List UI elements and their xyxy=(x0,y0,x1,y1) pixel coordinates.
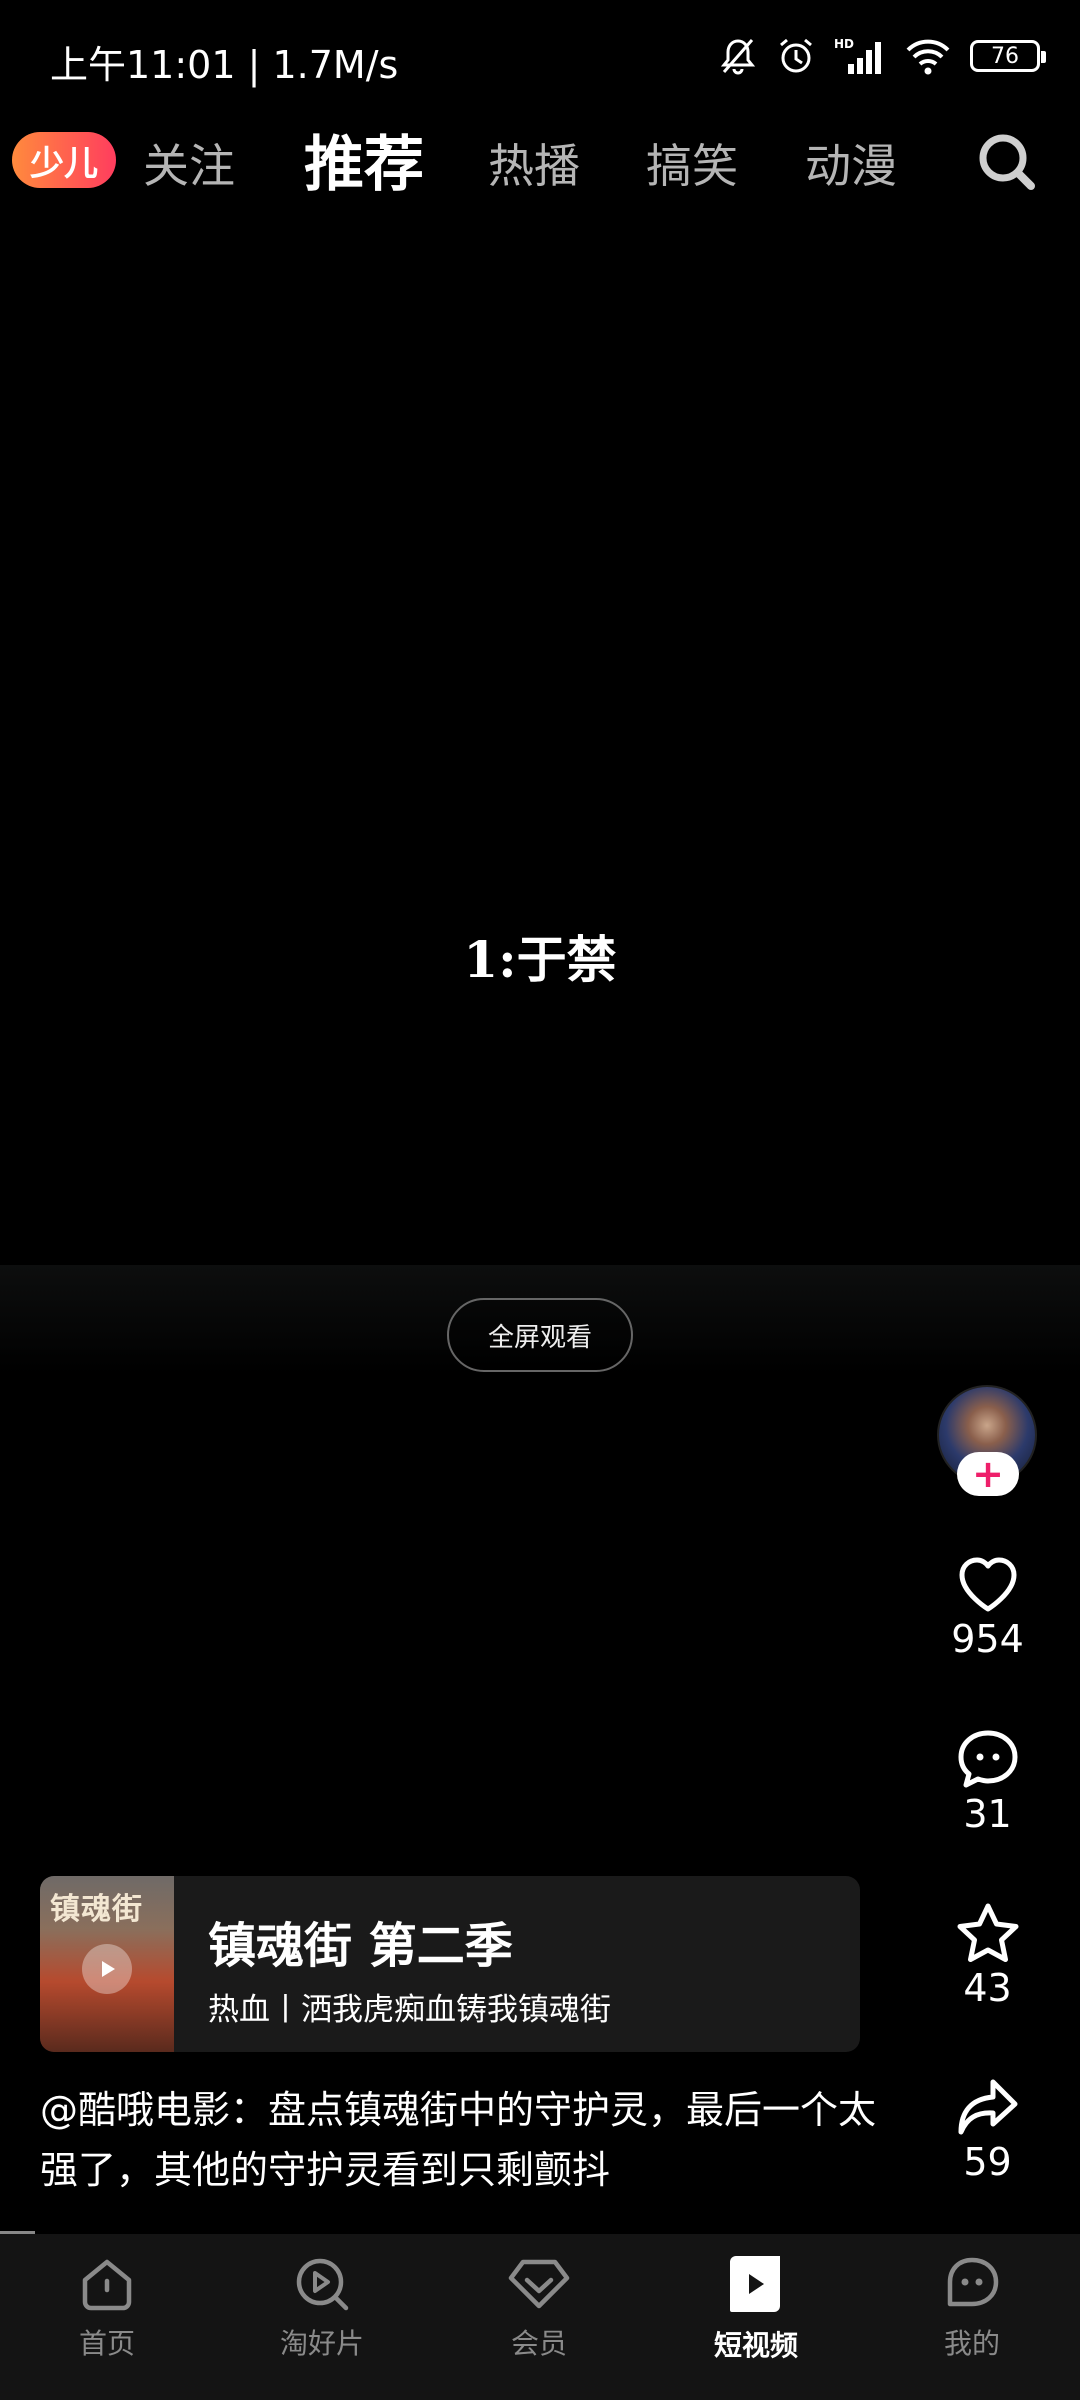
series-poster-title: 镇魂街 xyxy=(50,1892,143,1927)
comment-button[interactable]: 31 xyxy=(930,1728,1045,1836)
comment-icon xyxy=(930,1728,1045,1790)
alarm-icon xyxy=(776,36,816,76)
nav-short-video-label: 短视频 xyxy=(713,2329,798,2362)
search-icon[interactable] xyxy=(975,130,1039,194)
series-title: 镇魂街 第二季 xyxy=(208,1918,513,1974)
nav-home[interactable]: 首页 xyxy=(37,2254,177,2362)
share-count: 59 xyxy=(963,2140,1012,2184)
video-description: @酷哦电影：盘点镇魂街中的守护灵，最后一个太强了，其他的守护灵看到只剩颤抖 xyxy=(40,2088,877,2192)
video-player[interactable] xyxy=(0,200,1080,1265)
nav-vip[interactable]: 会员 xyxy=(469,2254,609,2362)
kids-mode-logo[interactable]: 少儿 xyxy=(12,132,116,188)
share-button[interactable]: 59 xyxy=(930,2076,1045,2184)
nav-home-label: 首页 xyxy=(78,2327,135,2360)
nav-short-video[interactable]: 短视频 xyxy=(686,2254,826,2364)
svg-text:HD: HD xyxy=(834,37,854,51)
favorite-count: 43 xyxy=(963,1966,1012,2010)
nav-vip-label: 会员 xyxy=(510,2327,567,2360)
star-icon xyxy=(930,1902,1045,1964)
tab-trending[interactable]: 热播 xyxy=(488,130,580,196)
nav-profile-label: 我的 xyxy=(943,2327,1000,2360)
heart-icon xyxy=(930,1555,1045,1615)
follow-button[interactable]: + xyxy=(957,1452,1019,1496)
top-nav: 少儿 关注 推荐 热播 搞笑 动漫 xyxy=(0,120,1080,200)
favorite-button[interactable]: 43 xyxy=(930,1902,1045,2010)
status-icons: HD 76 xyxy=(718,36,1046,76)
tab-recommended[interactable]: 推荐 xyxy=(304,116,424,203)
vip-icon xyxy=(469,2254,609,2314)
series-poster: 镇魂街 xyxy=(40,1876,174,2052)
nav-profile[interactable]: 我的 xyxy=(902,2254,1042,2362)
battery-icon: 76 xyxy=(970,40,1046,72)
discover-icon xyxy=(252,2254,392,2314)
battery-level: 76 xyxy=(991,43,1019,69)
wifi-icon xyxy=(904,36,952,76)
status-time: 上午11:01 | 1.7M/s xyxy=(50,43,399,87)
fullscreen-button[interactable]: 全屏观看 xyxy=(447,1298,633,1372)
profile-icon xyxy=(902,2254,1042,2314)
tab-following[interactable]: 关注 xyxy=(143,130,235,196)
like-count: 954 xyxy=(951,1617,1024,1661)
video-caption: 1:于禁 xyxy=(463,930,617,989)
series-subtitle: 热血丨洒我虎痴血铸我镇魂街 xyxy=(208,1992,611,2028)
short-video-icon xyxy=(686,2254,826,2316)
comment-count: 31 xyxy=(963,1792,1012,1836)
mute-bell-icon xyxy=(718,36,758,76)
like-button[interactable]: 954 xyxy=(930,1555,1045,1661)
bottom-nav: 首页 淘好片 会员 短视频 我的 xyxy=(0,2234,1080,2400)
play-icon xyxy=(82,1944,132,1994)
status-bar: 上午11:01 | 1.7M/s HD 76 xyxy=(0,0,1080,120)
series-card[interactable]: 镇魂街 镇魂街 第二季 热血丨洒我虎痴血铸我镇魂街 xyxy=(40,1876,860,2052)
nav-discover-label: 淘好片 xyxy=(279,2327,364,2360)
tab-funny[interactable]: 搞笑 xyxy=(646,130,738,196)
nav-discover[interactable]: 淘好片 xyxy=(252,2254,392,2362)
hd-signal-icon: HD xyxy=(834,36,886,76)
home-icon xyxy=(37,2254,177,2314)
share-icon xyxy=(930,2076,1045,2138)
tab-anime[interactable]: 动漫 xyxy=(805,130,897,196)
